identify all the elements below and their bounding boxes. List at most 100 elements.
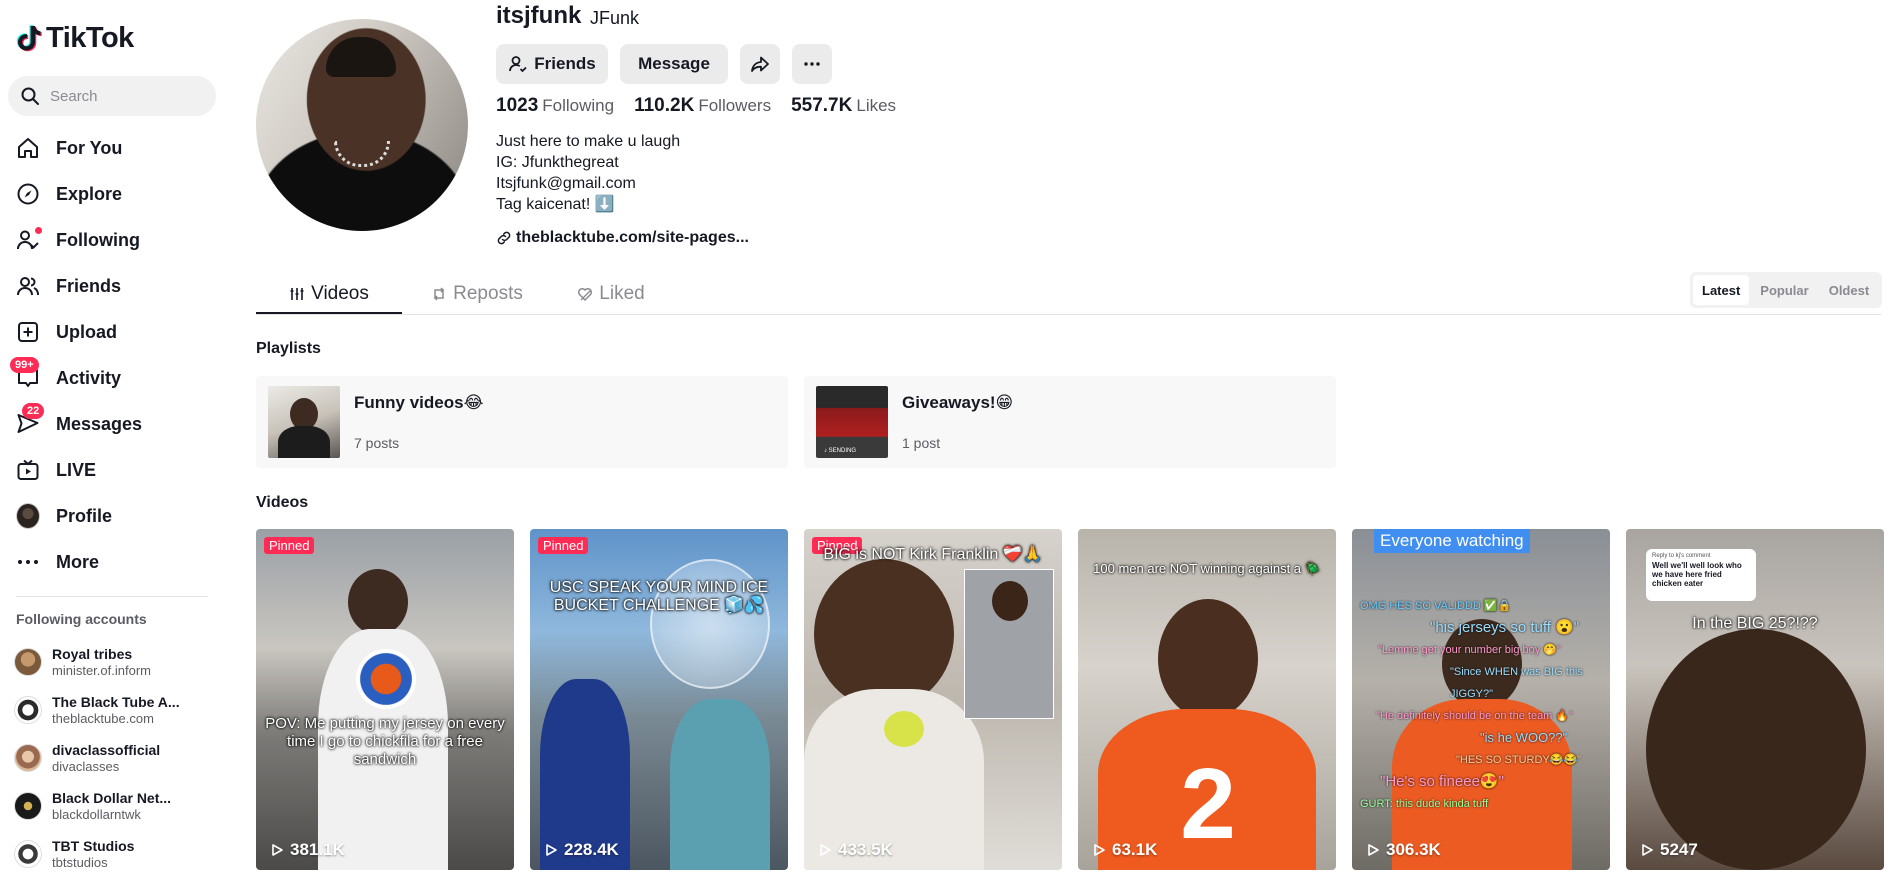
account-avatar — [14, 792, 42, 820]
sort-toggle: Latest Popular Oldest — [1690, 272, 1882, 308]
account-name: Royal tribes — [52, 646, 133, 662]
playlist-card[interactable]: ♪ SENDING Giveaways!😁 1 post — [804, 376, 1336, 468]
nav-item-activity[interactable]: 99+ Activity — [8, 355, 218, 401]
sort-latest[interactable]: Latest — [1693, 275, 1750, 305]
following-account-item[interactable]: Black Dollar Net... blackdollarntwk — [14, 782, 219, 830]
share-button[interactable] — [740, 44, 780, 84]
nav-item-messages[interactable]: 22 Messages — [8, 401, 218, 447]
nav-item-profile[interactable]: Profile — [8, 493, 218, 539]
video-card[interactable]: 2 100 men are NOT winning against a 🪲 63… — [1078, 529, 1336, 870]
account-handle: minister.of.inform — [52, 663, 151, 678]
tab-videos[interactable]: Videos — [256, 274, 402, 314]
view-count: 433.5K — [818, 840, 893, 860]
account-avatar — [14, 648, 42, 676]
view-count: 228.4K — [544, 840, 619, 860]
search-input[interactable] — [50, 87, 200, 105]
profile-link[interactable]: theblacktube.com/site-pages... — [496, 229, 749, 247]
profile-tabs: Videos Reposts Liked — [256, 274, 670, 314]
activity-icon: 99+ — [10, 357, 40, 390]
view-count-value: 228.4K — [564, 840, 619, 859]
videos-title: Videos — [256, 494, 309, 511]
playlist-thumbnail — [268, 386, 340, 458]
profile-username: itsjfunk — [496, 2, 582, 29]
profile-bio: Just here to make u laugh IG: Jfunkthegr… — [496, 131, 680, 215]
account-name: Black Dollar Net... — [52, 790, 172, 806]
search-bar[interactable] — [8, 76, 216, 116]
video-card[interactable]: Pinned USC SPEAK YOUR MIND ICE BUCKET CH… — [530, 529, 788, 870]
comment-overlay: OMG HES SO VALIDDD ✅🔒 "his jerseys so tu… — [1360, 600, 1583, 810]
friends-icon — [16, 274, 40, 298]
video-caption: Everyone watching — [1374, 529, 1530, 553]
playlist-count: 7 posts — [354, 435, 400, 451]
view-count: 5247 — [1640, 840, 1698, 860]
account-name: divaclassofficial — [52, 742, 161, 758]
profile-link-text: theblacktube.com/site-pages... — [516, 229, 749, 246]
friends-button[interactable]: Friends — [496, 44, 608, 84]
account-handle: divaclasses — [52, 759, 120, 774]
search-icon — [21, 87, 39, 105]
reply-header: Reply to kj's comment — [1652, 553, 1711, 559]
stat-value: 1023 — [496, 95, 539, 116]
nav-label: Activity — [56, 367, 122, 388]
view-count-value: 5247 — [1660, 840, 1698, 859]
profile-stats: 1023 Following 110.2K Followers 557.7K Like… — [496, 95, 896, 117]
video-card[interactable]: Pinned BIG is NOT Kirk Franklin ❤️‍🩹🙏 43… — [804, 529, 1062, 870]
video-card[interactable]: Pinned POV: Me putting my jersey on ever… — [256, 529, 514, 870]
profile-nickname: JFunk — [590, 8, 640, 28]
tiktok-logo[interactable]: TikTok — [16, 22, 134, 55]
playlist-name: Funny videos😂 — [354, 393, 484, 412]
stat-value: 557.7K — [791, 95, 853, 116]
video-caption: In the BIG 25?!?? — [1692, 615, 1818, 632]
more-icon — [16, 550, 40, 574]
video-card[interactable]: Everyone watching OMG HES SO VALIDDD ✅🔒 … — [1352, 529, 1610, 870]
tab-liked[interactable]: Liked — [552, 274, 670, 314]
following-accounts-title: Following accounts — [16, 611, 147, 627]
stat-label: Followers — [698, 96, 772, 115]
following-account-item[interactable]: TBT Studios tbtstudios — [14, 830, 219, 878]
view-count-value: 63.1K — [1112, 840, 1158, 859]
nav-item-live[interactable]: LIVE — [8, 447, 218, 493]
stat-following[interactable]: 1023 Following — [496, 95, 614, 117]
nav-item-friends[interactable]: Friends — [8, 263, 218, 309]
video-grid: Pinned POV: Me putting my jersey on ever… — [256, 529, 1884, 870]
account-avatar — [14, 696, 42, 724]
playlist-count: 1 post — [902, 435, 941, 451]
nav-item-following[interactable]: Following — [8, 217, 218, 263]
nav-label: For You — [56, 137, 123, 158]
tab-reposts[interactable]: Reposts — [408, 274, 546, 314]
messages-icon: 22 — [16, 403, 45, 436]
video-card[interactable]: Reply to kj's comment Well we'll well lo… — [1626, 529, 1884, 870]
nav-item-upload[interactable]: Upload — [8, 309, 218, 355]
video-caption: 100 men are NOT winning against a 🪲 — [1093, 561, 1321, 576]
sort-popular[interactable]: Popular — [1751, 275, 1817, 305]
more-options-button[interactable] — [792, 44, 832, 84]
following-account-item[interactable]: The Black Tube A... theblacktube.com — [14, 686, 219, 734]
account-handle: tbtstudios — [52, 855, 108, 870]
tab-label: Liked — [599, 283, 645, 304]
account-name: TBT Studios — [52, 838, 135, 854]
pinned-badge: Pinned — [538, 537, 589, 554]
following-account-item[interactable]: divaclassofficial divaclasses — [14, 734, 219, 782]
following-account-item[interactable]: Royal tribes minister.of.inform — [14, 638, 219, 686]
stat-value: 110.2K — [634, 95, 695, 116]
profile-avatar — [16, 503, 40, 529]
nav-label: Following — [56, 229, 140, 250]
more-horizontal-icon — [804, 62, 820, 66]
play-icon — [1642, 844, 1653, 856]
activity-badge: 99+ — [10, 357, 39, 373]
stat-followers[interactable]: 110.2K Followers — [634, 95, 771, 117]
tiktok-logo-icon — [16, 24, 42, 51]
nav-item-explore[interactable]: Explore — [8, 171, 218, 217]
account-handle: theblacktube.com — [52, 711, 154, 726]
nav-item-for-you[interactable]: For You — [8, 125, 218, 171]
sort-oldest[interactable]: Oldest — [1820, 275, 1878, 305]
bio-line: Itsjfunk@gmail.com — [496, 175, 636, 192]
nav-label: Profile — [56, 505, 113, 526]
nav-label: Messages — [56, 413, 143, 434]
playlist-card[interactable]: Funny videos😂 7 posts — [256, 376, 788, 468]
profile-avatar-large[interactable] — [256, 19, 468, 231]
play-icon — [1094, 844, 1105, 856]
message-button[interactable]: Message — [620, 44, 728, 84]
account-handle: blackdollarntwk — [52, 807, 141, 822]
nav-item-more[interactable]: More — [8, 539, 218, 585]
